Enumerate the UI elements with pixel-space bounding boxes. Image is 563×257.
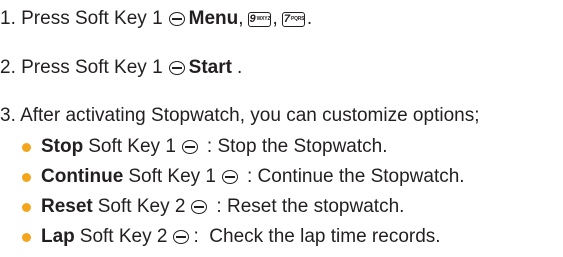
soft-key-icon (173, 230, 190, 244)
option-lap: Lap Soft Key 2 : Check the lap time reco… (22, 224, 441, 250)
option-key: Soft Key 1 (128, 166, 216, 187)
option-label: Lap (41, 226, 75, 247)
option-label: Stop (41, 136, 84, 157)
start-label: Start (188, 57, 232, 78)
step-2: 2. Press Soft Key 1 Start . (0, 55, 242, 81)
soft-key-icon (181, 140, 198, 154)
option-label: Reset (41, 196, 93, 217)
step-1: 1. Press Soft Key 1 Menu , 9 WXYZ , 7 PQ… (0, 6, 312, 32)
bullet-icon (22, 232, 31, 242)
period: . (306, 8, 313, 29)
step-3-text: 3. After activating Stopwatch, you can c… (0, 105, 480, 126)
option-desc: : Stop the Stopwatch. (206, 136, 388, 157)
step-2-text: 2. Press Soft Key 1 (0, 57, 163, 78)
soft-key-icon (168, 61, 185, 75)
option-stop: Stop Soft Key 1 : Stop the Stopwatch. (22, 134, 388, 160)
soft-key-icon (222, 170, 238, 184)
bullet-icon (22, 202, 31, 212)
option-key: Soft Key 2 (79, 226, 168, 247)
bullet-icon (22, 172, 31, 182)
soft-key-icon (191, 200, 208, 214)
separator: , (272, 8, 278, 29)
option-key: Soft Key 1 (88, 136, 176, 157)
bullet-icon (22, 142, 31, 152)
option-label: Continue (41, 166, 124, 187)
separator: , (238, 8, 244, 29)
soft-key-icon (168, 12, 185, 26)
option-key: Soft Key 2 (97, 196, 186, 217)
period: . (236, 57, 243, 78)
option-desc: : Continue the Stopwatch. (247, 166, 465, 187)
menu-label: Menu (188, 8, 239, 29)
keypad-7-key-icon: 7 PQRS (281, 11, 305, 27)
option-reset: Reset Soft Key 2 : Reset the stopwatch. (22, 194, 404, 220)
step-3: 3. After activating Stopwatch, you can c… (0, 103, 479, 129)
option-desc: : Check the lap time records. (193, 226, 441, 247)
option-desc: : Reset the stopwatch. (216, 196, 405, 217)
step-1-text: 1. Press Soft Key 1 (0, 8, 163, 29)
keypad-9-key-icon: 9 WXYZ (247, 11, 271, 27)
option-continue: Continue Soft Key 1 : Continue the Stopw… (22, 164, 465, 190)
